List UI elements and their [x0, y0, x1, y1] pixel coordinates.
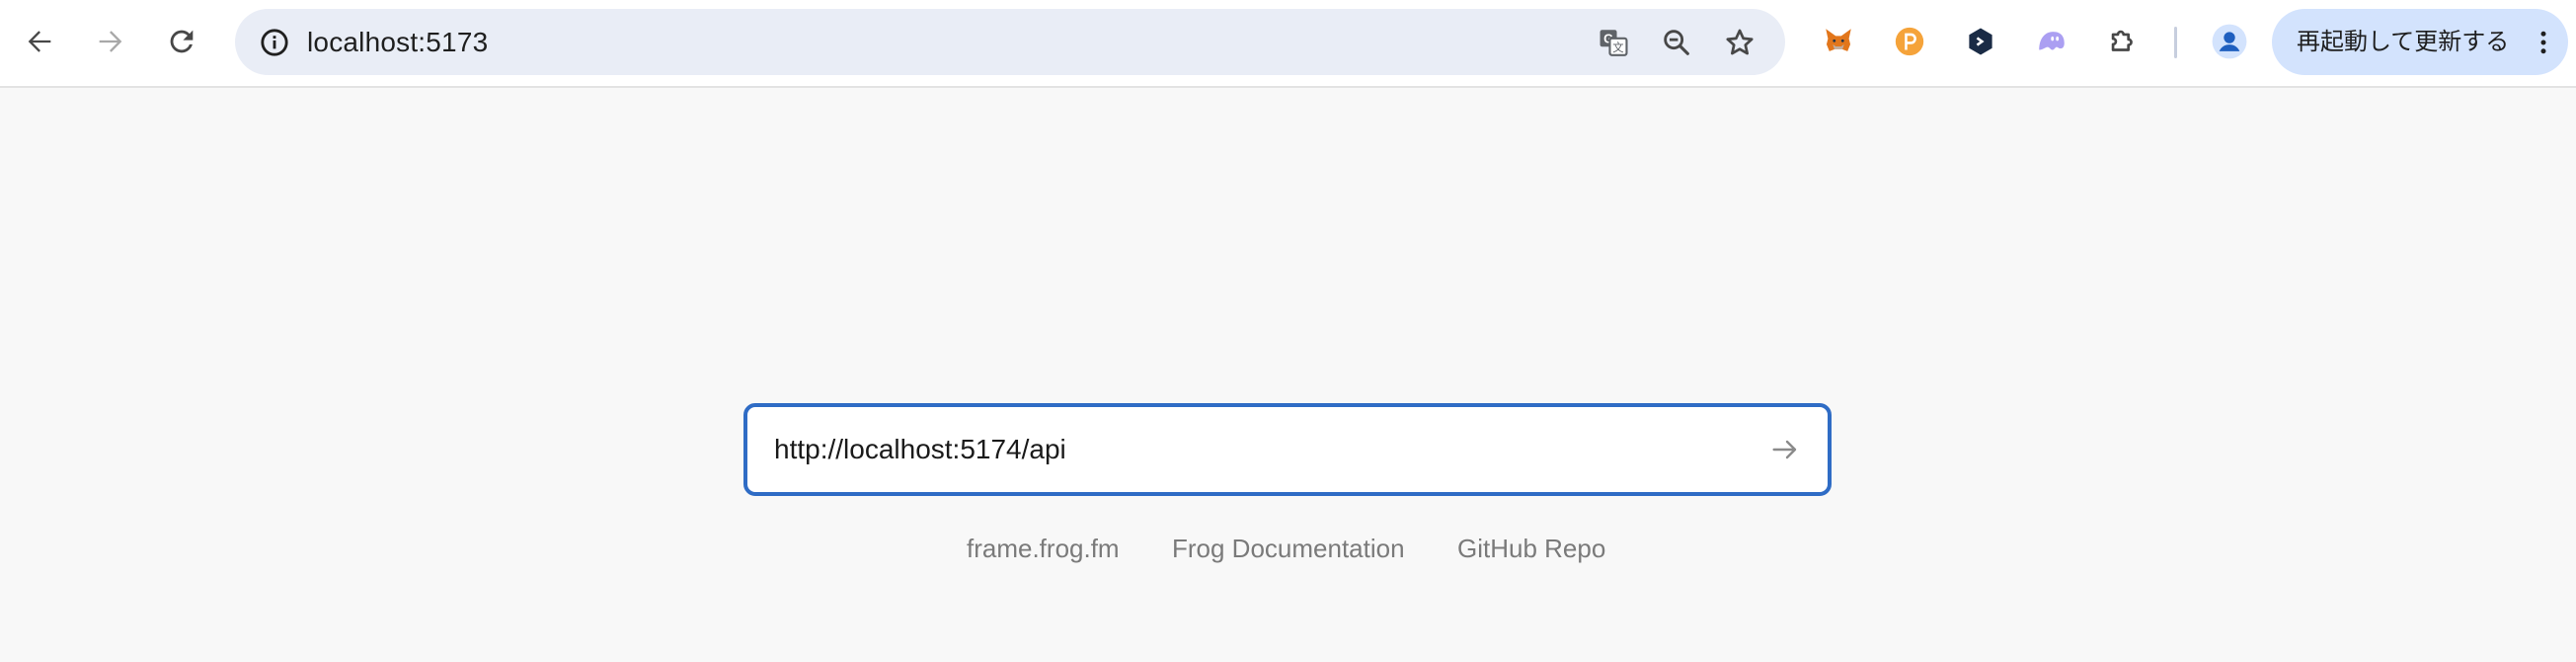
address-bar[interactable]: localhost:5173 G 文: [235, 9, 1785, 75]
arrow-right-icon: [1772, 440, 1797, 459]
ghost-extension[interactable]: [2026, 16, 2077, 67]
address-url[interactable]: localhost:5173: [307, 9, 488, 75]
orange-p-extension-icon: [1895, 27, 1924, 56]
browser-menu-button[interactable]: [2529, 17, 2558, 68]
relaunch-label: 再起動して更新する: [2297, 29, 2510, 55]
reload-icon: [170, 30, 194, 53]
submit-url-button[interactable]: [1766, 431, 1804, 468]
translate-icon: G 文: [1600, 30, 1628, 56]
orange-extension[interactable]: [1884, 16, 1935, 67]
arrow-right-icon: [99, 31, 122, 52]
relaunch-to-update-button[interactable]: 再起動して更新する: [2272, 9, 2568, 75]
page-content: frame.frog.fm Frog Documentation GitHub …: [0, 90, 2576, 662]
zoom-out-icon: [1664, 30, 1689, 55]
translate-button[interactable]: G 文: [1588, 17, 1639, 68]
puzzle-extensions-icon: [2111, 30, 2133, 51]
info-icon: [261, 29, 288, 56]
frame-url-input[interactable]: [774, 407, 1722, 492]
link-github-repo[interactable]: GitHub Repo: [1457, 534, 1605, 564]
zoom-button[interactable]: [1651, 17, 1702, 68]
bookmark-button[interactable]: [1714, 17, 1765, 68]
profile-button[interactable]: [2204, 16, 2255, 67]
extensions-button[interactable]: [2097, 16, 2148, 67]
arrow-left-icon: [28, 31, 51, 52]
dark-hexagon-extension-icon: [1969, 28, 1992, 55]
svg-text:文: 文: [1612, 41, 1623, 54]
kebab-menu-icon: [2540, 31, 2546, 54]
profile-avatar-icon: [2212, 24, 2247, 59]
browser-toolbar: localhost:5173 G 文 再起動して更新する: [0, 0, 2576, 88]
hexagon-extension[interactable]: [1955, 16, 2006, 67]
link-frame-frog-fm[interactable]: frame.frog.fm: [967, 534, 1120, 564]
link-frog-documentation[interactable]: Frog Documentation: [1172, 534, 1405, 564]
forward-button[interactable]: [85, 16, 136, 67]
back-button[interactable]: [14, 16, 65, 67]
toolbar-divider: [2174, 27, 2177, 58]
metamask-fox-icon: [1826, 29, 1851, 51]
metamask-extension[interactable]: [1813, 16, 1864, 67]
reload-button[interactable]: [156, 16, 207, 67]
frame-url-form: [743, 403, 1832, 496]
bookmark-star-icon: [1726, 29, 1754, 55]
site-info-button[interactable]: [249, 17, 300, 68]
purple-ghost-extension-icon: [2039, 32, 2065, 50]
